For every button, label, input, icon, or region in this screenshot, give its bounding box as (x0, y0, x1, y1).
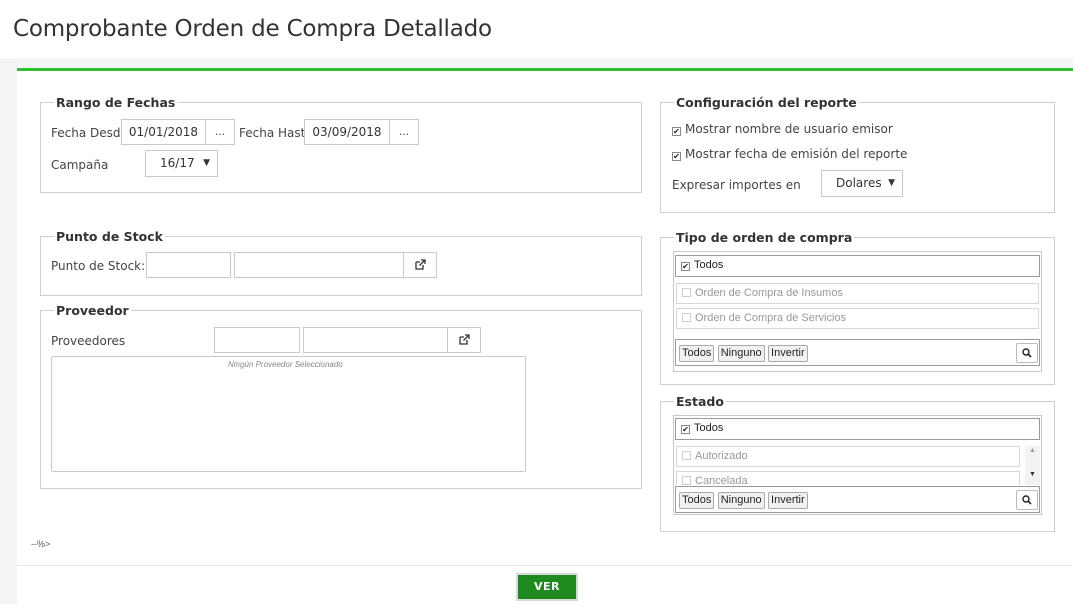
proveedores-list[interactable] (51, 356, 526, 472)
tipo-orden-ninguno-button[interactable]: Ninguno (717, 345, 765, 362)
search-icon (1022, 348, 1032, 358)
mostrar-usuario-option[interactable]: ✔ Mostrar nombre de usuario emisor (672, 122, 893, 136)
estado-option-cancelada[interactable]: Cancelada (676, 471, 1020, 485)
estado-legend: Estado (676, 394, 724, 409)
mostrar-fecha-checkbox[interactable]: ✔ (672, 152, 681, 161)
ver-button[interactable]: VER (516, 573, 578, 601)
header-band (0, 58, 1073, 68)
mostrar-usuario-checkbox[interactable]: ✔ (672, 127, 681, 136)
estado-autorizado-checkbox[interactable] (682, 451, 691, 460)
estado-ninguno-button[interactable]: Ninguno (717, 492, 765, 509)
scroll-down-arrow-icon[interactable]: ▼ (1025, 470, 1040, 480)
punto-stock-label: Punto de Stock: (51, 259, 146, 273)
proveedor-open-button[interactable] (447, 327, 481, 353)
fecha-desde-picker-button[interactable]: ... (205, 119, 235, 145)
tipo-orden-servicios-label: Orden de Compra de Servicios (695, 312, 847, 324)
tipo-orden-todos-checkbox[interactable]: ✔ (681, 262, 690, 271)
tipo-orden-servicios-checkbox[interactable] (682, 313, 691, 322)
fecha-desde-label: Fecha Desde (51, 126, 128, 140)
punto-stock-legend: Punto de Stock (56, 229, 163, 244)
estado-search-button[interactable] (1016, 490, 1038, 510)
footer-text: --%> (31, 539, 51, 549)
mostrar-usuario-label: Mostrar nombre de usuario emisor (685, 122, 893, 136)
estado-todos-checkbox[interactable]: ✔ (681, 425, 690, 434)
campana-label: Campaña (51, 158, 109, 172)
tipo-orden-actions: Todos Ninguno Invertir (675, 339, 1040, 366)
tipo-orden-todos-button[interactable]: Todos (679, 345, 715, 362)
proveedor-name-input[interactable] (303, 327, 448, 353)
fecha-hasta-label: Fecha Hasta (239, 126, 313, 140)
scroll-up-arrow-icon[interactable]: ▲ (1025, 446, 1040, 456)
campana-select[interactable]: 16/17 ▼ (145, 150, 218, 177)
tipo-orden-search-button[interactable] (1016, 343, 1038, 363)
caret-down-icon: ▼ (888, 178, 895, 188)
estado-option-autorizado[interactable]: Autorizado (676, 446, 1020, 467)
importes-value: Dolares (836, 176, 882, 190)
estado-todos-button[interactable]: Todos (679, 492, 715, 509)
estado-options-viewport: Autorizado Cancelada ▲ ▼ (676, 446, 1040, 485)
proveedores-empty-text: Ningún Proveedor Seleccionado (228, 360, 343, 369)
mostrar-fecha-label: Mostrar fecha de emisión del reporte (685, 147, 908, 161)
tipo-orden-invertir-button[interactable]: Invertir (768, 345, 808, 362)
tipo-orden-insumos-checkbox[interactable] (682, 288, 691, 297)
campana-value: 16/17 (160, 156, 195, 170)
tipo-orden-todos-label: Todos (694, 259, 724, 271)
tipo-orden-insumos-label: Orden de Compra de Insumos (695, 287, 843, 299)
punto-stock-open-button[interactable] (403, 252, 437, 278)
proveedor-code-input[interactable] (214, 327, 300, 353)
estado-actions: Todos Ninguno Invertir (675, 486, 1040, 513)
punto-stock-code-input[interactable] (146, 252, 231, 278)
importes-label: Expresar importes en (672, 178, 801, 192)
estado-cancelada-label: Cancelada (695, 475, 748, 485)
proveedores-label: Proveedores (51, 334, 126, 348)
estado-cancelada-checkbox[interactable] (682, 476, 691, 485)
importes-select[interactable]: Dolares ▼ (821, 170, 903, 197)
tipo-orden-todos-option[interactable]: ✔ Todos (675, 255, 1040, 277)
tipo-orden-legend: Tipo de orden de compra (676, 230, 853, 245)
proveedor-legend: Proveedor (56, 303, 129, 318)
search-icon (1022, 495, 1032, 505)
estado-invertir-button[interactable]: Invertir (768, 492, 808, 509)
external-link-icon (415, 259, 426, 270)
mostrar-fecha-option[interactable]: ✔ Mostrar fecha de emisión del reporte (672, 147, 907, 161)
estado-scrollbar[interactable]: ▲ ▼ (1025, 446, 1040, 485)
fecha-desde-input[interactable]: 01/01/2018 (121, 119, 206, 145)
config-legend: Configuración del reporte (676, 95, 857, 110)
caret-down-icon: ▼ (203, 158, 210, 168)
estado-autorizado-label: Autorizado (695, 450, 748, 462)
estado-todos-option[interactable]: ✔ Todos (675, 418, 1040, 440)
punto-stock-name-input[interactable] (234, 252, 404, 278)
fecha-hasta-picker-button[interactable]: ... (389, 119, 419, 145)
tipo-orden-option-servicios[interactable]: Orden de Compra de Servicios (676, 308, 1039, 329)
external-link-icon (459, 334, 470, 345)
left-strip (0, 58, 17, 604)
page-title: Comprobante Orden de Compra Detallado (13, 16, 492, 42)
estado-todos-label: Todos (694, 422, 724, 434)
tipo-orden-option-insumos[interactable]: Orden de Compra de Insumos (676, 283, 1039, 304)
fecha-hasta-input[interactable]: 03/09/2018 (304, 119, 390, 145)
rango-fechas-legend: Rango de Fechas (56, 95, 176, 110)
